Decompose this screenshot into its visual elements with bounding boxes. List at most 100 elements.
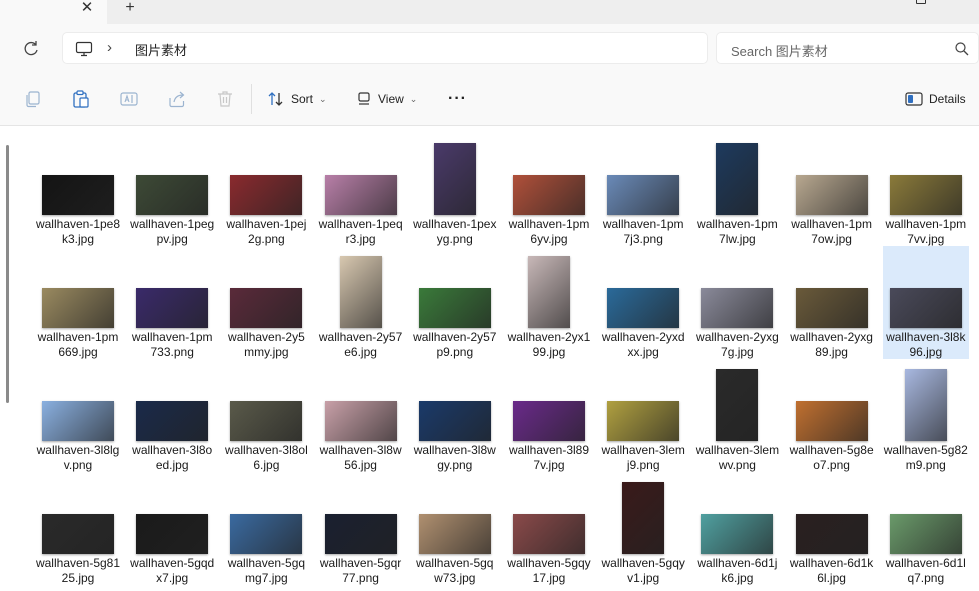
file-name: wallhaven-1pexyg.png <box>413 217 497 246</box>
file-item[interactable]: wallhaven-2y57p9.png <box>412 246 498 359</box>
thumbnail-frame <box>694 252 780 328</box>
file-name: wallhaven-1pm7ow.jpg <box>791 217 872 246</box>
file-name: wallhaven-6d1jk6.jpg <box>697 556 778 585</box>
file-item[interactable]: wallhaven-1pm7vv.jpg <box>883 133 969 246</box>
file-item[interactable]: wallhaven-1pm7lw.jpg <box>694 133 780 246</box>
file-item[interactable]: wallhaven-1pm7j3.png <box>600 133 686 246</box>
file-item[interactable]: wallhaven-3l8ol6.jpg <box>223 359 309 472</box>
details-pane-icon <box>905 92 923 106</box>
file-item[interactable]: wallhaven-2y5mmy.jpg <box>223 246 309 359</box>
paste-icon[interactable] <box>71 89 91 109</box>
search-icon[interactable] <box>954 41 970 57</box>
file-item[interactable]: wallhaven-6d1k6l.jpg <box>789 472 875 585</box>
file-item[interactable]: wallhaven-2yxdxx.jpg <box>600 246 686 359</box>
file-item[interactable]: wallhaven-5gqw73.jpg <box>412 472 498 585</box>
image-thumbnail <box>607 288 680 328</box>
copy-icon[interactable] <box>23 89 43 109</box>
file-item[interactable]: wallhaven-6d1jk6.jpg <box>694 472 780 585</box>
refresh-button[interactable] <box>20 38 42 60</box>
thumbnail-frame <box>883 139 969 215</box>
thumbnail-frame <box>412 478 498 554</box>
delete-icon[interactable] <box>215 89 235 109</box>
thumbnail-frame <box>789 252 875 328</box>
image-thumbnail <box>513 514 585 554</box>
file-item[interactable]: wallhaven-5gqyv1.jpg <box>600 472 686 585</box>
file-name: wallhaven-2yxg7g.jpg <box>696 330 779 359</box>
thumbnail-frame <box>412 139 498 215</box>
file-item[interactable]: wallhaven-1pm669.jpg <box>35 246 121 359</box>
file-name: wallhaven-1pm733.png <box>131 330 213 359</box>
details-button[interactable]: Details <box>905 86 966 112</box>
image-thumbnail <box>230 175 303 215</box>
file-name: wallhaven-3l8wgy.png <box>413 443 496 472</box>
tab-current[interactable]: ✕ <box>0 0 107 24</box>
file-item[interactable]: wallhaven-5gqr77.png <box>318 472 404 585</box>
file-name: wallhaven-1pm7j3.png <box>602 217 684 246</box>
file-item[interactable]: wallhaven-3l8lgv.png <box>35 359 121 472</box>
pc-icon[interactable] <box>75 40 93 58</box>
file-item[interactable]: wallhaven-2yxg7g.jpg <box>694 246 780 359</box>
thumbnail-frame <box>883 478 969 554</box>
share-icon[interactable] <box>167 89 187 109</box>
file-item[interactable]: wallhaven-2yx199.jpg <box>506 246 592 359</box>
search-box[interactable]: Search 图片素材 <box>716 32 979 64</box>
restore-window-icon[interactable] <box>916 0 926 4</box>
thumbnail-frame <box>694 139 780 215</box>
file-name: wallhaven-3l8w56.jpg <box>319 443 402 472</box>
file-view[interactable]: wallhaven-1pe8k3.jpg wallhaven-1pegpv.jpg… <box>0 127 979 591</box>
file-item[interactable]: wallhaven-5gqy17.jpg <box>506 472 592 585</box>
rename-icon[interactable] <box>119 89 139 109</box>
file-item[interactable]: wallhaven-3l8w56.jpg <box>318 359 404 472</box>
file-item[interactable]: wallhaven-5g8eo7.png <box>789 359 875 472</box>
file-item[interactable]: wallhaven-3l8wgy.png <box>412 359 498 472</box>
file-item[interactable]: wallhaven-6d1lq7.png <box>883 472 969 585</box>
file-item[interactable]: wallhaven-5gqdx7.jpg <box>129 472 215 585</box>
file-name: wallhaven-3lemj9.png <box>601 443 685 472</box>
thumbnail-frame <box>412 365 498 441</box>
command-bar: Sort ⌄ View ⌄ ··· Details <box>0 72 979 126</box>
file-item[interactable]: wallhaven-5g82m9.png <box>883 359 969 472</box>
image-thumbnail <box>230 288 303 328</box>
thumbnail-frame <box>789 365 875 441</box>
file-item[interactable]: wallhaven-2yxg89.jpg <box>789 246 875 359</box>
file-item[interactable]: wallhaven-2y57e6.jpg <box>318 246 404 359</box>
file-item[interactable]: wallhaven-1pm7ow.jpg <box>789 133 875 246</box>
file-item[interactable]: wallhaven-3lemj9.png <box>600 359 686 472</box>
file-name: wallhaven-5g8eo7.png <box>789 443 874 472</box>
file-item[interactable]: wallhaven-5gqmg7.jpg <box>223 472 309 585</box>
breadcrumb-separator[interactable]: › <box>107 39 112 56</box>
file-item[interactable]: wallhaven-5g8125.jpg <box>35 472 121 585</box>
close-tab-button[interactable]: ✕ <box>79 0 95 18</box>
file-item[interactable]: wallhaven-3l897v.jpg <box>506 359 592 472</box>
thumbnail-frame <box>223 139 309 215</box>
scrollbar[interactable] <box>6 145 9 403</box>
file-item[interactable]: wallhaven-3l8k96.jpg <box>882 246 969 359</box>
image-thumbnail <box>622 482 665 554</box>
breadcrumb-folder[interactable]: 图片素材 <box>135 40 187 59</box>
file-name: wallhaven-5g82m9.png <box>883 443 968 472</box>
file-name: wallhaven-1pegpv.jpg <box>130 217 215 246</box>
new-tab-button[interactable]: + <box>120 0 140 18</box>
thumbnail-frame <box>35 365 121 441</box>
image-thumbnail <box>513 175 585 215</box>
image-thumbnail <box>136 401 209 441</box>
file-item[interactable]: wallhaven-1pe8k3.jpg <box>35 133 121 246</box>
thumbnail-frame <box>129 252 215 328</box>
file-item[interactable]: wallhaven-1pej2g.png <box>223 133 309 246</box>
image-thumbnail <box>418 288 491 328</box>
file-item[interactable]: wallhaven-1peqr3.jpg <box>318 133 404 246</box>
file-item[interactable]: wallhaven-1pegpv.jpg <box>129 133 215 246</box>
file-name: wallhaven-3l8oed.jpg <box>132 443 213 472</box>
file-item[interactable]: wallhaven-3lemwv.png <box>694 359 780 472</box>
sort-button[interactable]: Sort ⌄ <box>267 86 327 112</box>
more-options-button[interactable]: ··· <box>448 90 467 108</box>
file-name: wallhaven-2y57e6.jpg <box>318 330 403 359</box>
address-bar[interactable]: › 图片素材 <box>62 32 708 64</box>
file-item[interactable]: wallhaven-3l8oed.jpg <box>129 359 215 472</box>
view-button[interactable]: View ⌄ <box>356 86 417 112</box>
file-name: wallhaven-6d1lq7.png <box>885 556 966 585</box>
file-item[interactable]: wallhaven-1pm6yv.jpg <box>506 133 592 246</box>
search-input[interactable]: Search 图片素材 <box>731 41 828 60</box>
file-item[interactable]: wallhaven-1pexyg.png <box>412 133 498 246</box>
file-item[interactable]: wallhaven-1pm733.png <box>129 246 215 359</box>
